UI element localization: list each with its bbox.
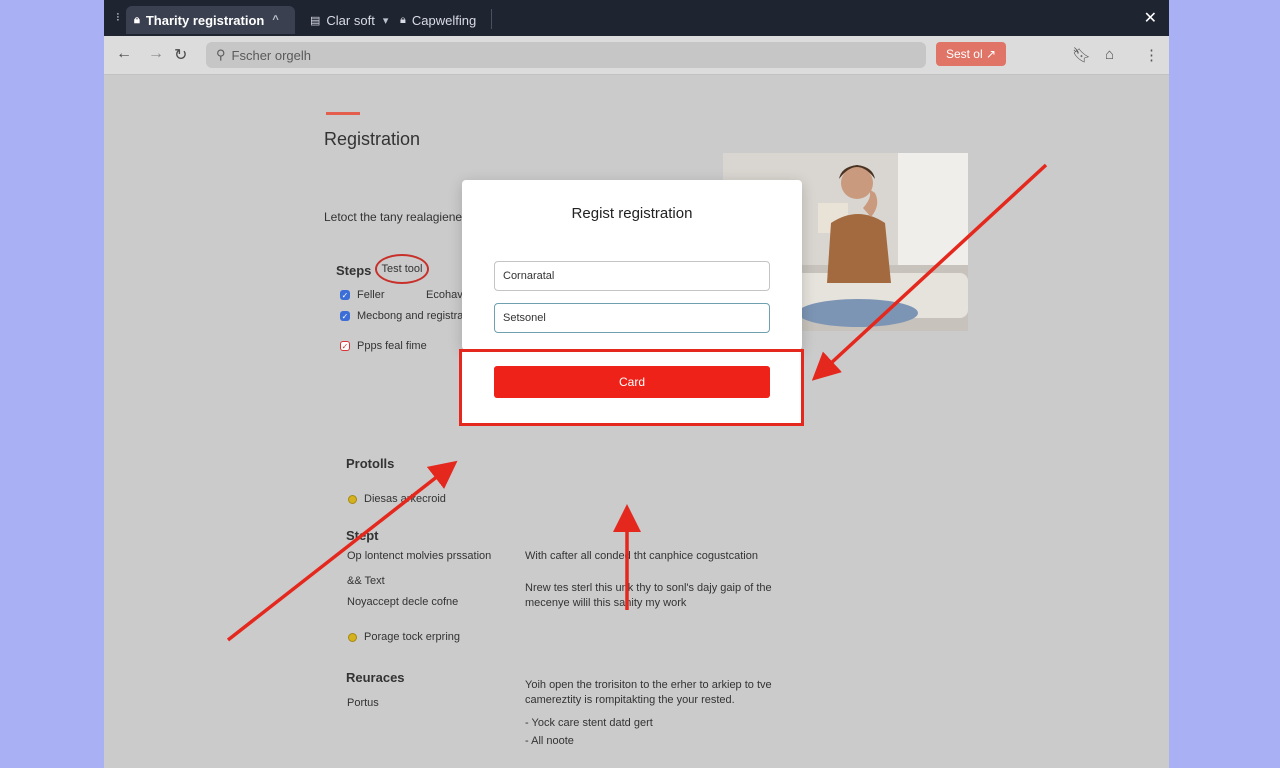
step-item[interactable]: ✓ Mecbong and registrat (340, 310, 466, 322)
stept-heading: Stept (346, 528, 379, 543)
checkbox-flagged-icon[interactable]: ✓ (340, 341, 350, 351)
browser-window: ⁝ 🔒︎ Tharity registration ^ ▤ Clar soft … (104, 0, 1169, 768)
tab-label: Capwelfing (411, 12, 477, 28)
browser-toolbar: ← → ↻ ⚲ Fscher orgelh Sest ol ↗ 🔖︎ ⌂ ⋮ (104, 36, 1169, 75)
checkbox-checked-icon[interactable]: ✓ (340, 311, 350, 321)
bookmark-icon[interactable]: 🔖︎ (1072, 46, 1091, 64)
tab-strip: ⁝ 🔒︎ Tharity registration ^ ▤ Clar soft … (104, 0, 1169, 36)
tab-label: Clar soft (326, 12, 375, 28)
back-icon[interactable]: ← (116, 45, 132, 63)
tab-label: Tharity registration (145, 12, 265, 28)
tab-menu-icon[interactable]: ⁝ (116, 10, 120, 24)
step-item[interactable]: ✓ Ppps feal fime (340, 340, 427, 352)
checkbox-checked-icon[interactable]: ✓ (340, 290, 350, 300)
protolls-heading: Protolls (346, 456, 395, 471)
page-icon: ▤ (310, 14, 321, 27)
close-icon[interactable]: ✕ (1144, 8, 1157, 28)
heading-accent-line (326, 112, 360, 115)
resources-heading: Reuraces (346, 670, 405, 685)
tab-third[interactable]: 🔒︎ Capwelfing (392, 6, 476, 34)
modal-title: Regist registration (571, 205, 693, 222)
step-label: Ppps feal fime (357, 340, 427, 352)
step-label: Feller (357, 289, 385, 301)
stept-row: Noyaccept decle cofne (347, 596, 459, 608)
step-label: Mecbong and registrat (357, 310, 467, 322)
bullet-dot-icon (348, 494, 357, 504)
stept-row: Op lontenct molvies prssation (347, 550, 492, 562)
tab-divider (491, 9, 492, 29)
resources-list-item: - Yock care stent datd gert (525, 717, 653, 729)
registration-modal: Regist registration Cornaratal Setsonel (462, 180, 802, 350)
resources-list-item: - All noote (525, 735, 574, 747)
reload-icon[interactable]: ↻ (174, 45, 187, 65)
tab-registration[interactable]: 🔒︎ Tharity registration ^ (126, 6, 295, 34)
lock-icon: 🔒︎ (134, 13, 140, 26)
stept-row: && Text (347, 575, 385, 587)
chevron-up-icon[interactable]: ^ (272, 14, 278, 26)
step-item[interactable]: ✓ Feller (340, 289, 385, 301)
chevron-down-icon[interactable]: ▾ (383, 14, 389, 27)
protolls-item-label: Diesas arkecroid (364, 493, 446, 505)
extension-icon[interactable]: ⌂ (1105, 46, 1114, 63)
stept-bullet: Porage tock erpring (348, 631, 460, 643)
submit-button[interactable]: Card (494, 366, 770, 398)
step-extra-label: Ecohav (426, 289, 463, 301)
protolls-item: Diesas arkecroid (348, 493, 446, 505)
steps-heading: Steps (336, 263, 372, 278)
steps-tag-circled[interactable]: Test tool (375, 254, 429, 284)
search-icon: ⚲ (216, 47, 226, 62)
resources-paragraph: Yoih open the trorisiton to the erher to… (525, 679, 772, 706)
address-bar[interactable]: ⚲ Fscher orgelh (206, 42, 926, 68)
forward-icon[interactable]: → (148, 45, 164, 63)
stept-right-paragraph: Nrew tes sterl this unk thy to sonl's da… (525, 582, 772, 609)
personal-input[interactable]: Setsonel (494, 303, 770, 333)
company-input[interactable]: Cornaratal (494, 261, 770, 291)
action-pill-button[interactable]: Sest ol ↗ (936, 42, 1006, 66)
bullet-dot-icon (348, 632, 357, 642)
more-menu-icon[interactable]: ⋮ (1144, 46, 1159, 64)
address-text: Fscher orgelh (231, 47, 312, 63)
stept-right-line: With cafter all conded tht canphice cogu… (525, 550, 758, 562)
resources-sub: Portus (347, 697, 379, 709)
lock-icon: 🔒︎ (400, 13, 406, 26)
page-title: Registration (324, 129, 421, 149)
tab-second[interactable]: ▤ Clar soft ▾ (302, 6, 388, 34)
stept-bullet-label: Porage tock erpring (364, 631, 460, 643)
